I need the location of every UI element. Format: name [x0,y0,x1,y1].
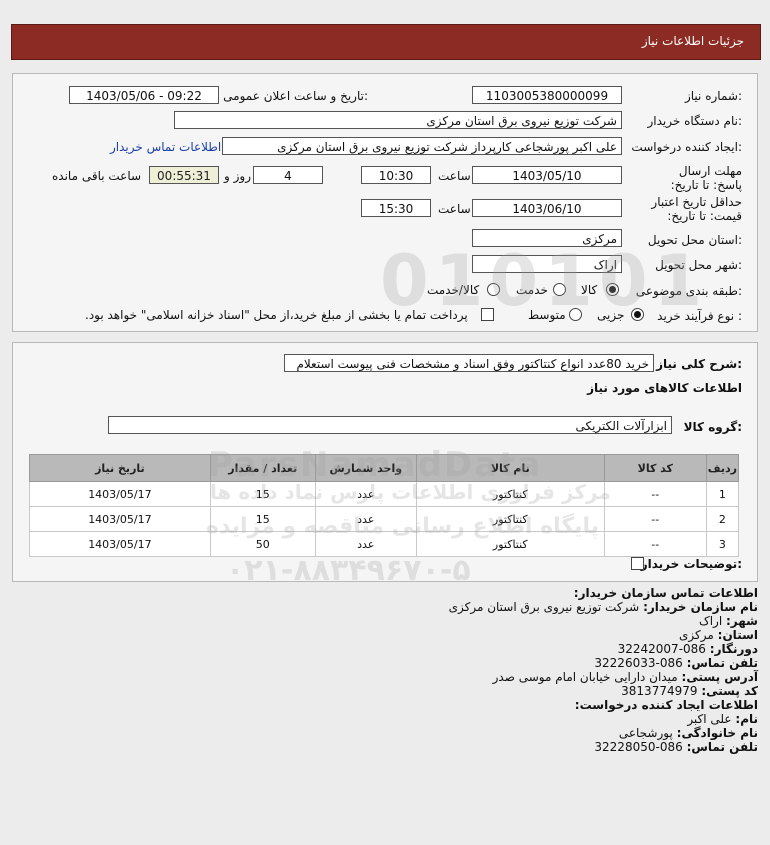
goods-group-field: ابزارآلات الکتریکی [108,416,672,434]
announce-label: تاریخ و ساعت اعلان عمومی: [223,89,368,103]
validity-label: حداقل تاریخ اعتبار قیمت: تا تاریخ: [651,195,742,223]
process-minor-label: جزیی [597,308,625,322]
table-row: 1 -- کنتاکتور عدد 15 1403/05/17 [29,481,740,507]
cell-unit: عدد [314,481,417,507]
contact-phone: تلفن تماس: 086-32226033 [594,656,758,670]
goods-group-label: گروه کالا: [683,420,742,434]
creator-label: ایجاد کننده درخواست: [631,140,742,154]
cell-name: کنتاکتور [415,531,605,557]
validity-time-field: 15:30 [361,199,431,217]
col-name-header: نام کالا [415,454,605,482]
deadline-date-field: 1403/05/10 [472,166,622,184]
category-service-radio[interactable] [553,283,566,296]
contact-title: اطلاعات تماس سازمان خریدار: [573,586,758,600]
cell-name: کنتاکتور [415,506,605,532]
cell-row: 2 [705,506,740,532]
announce-date-field: 1403/05/06 - 09:22 [69,86,219,104]
validity-date-field: 1403/06/10 [472,199,622,217]
category-both-label: کالا/خدمت [427,283,480,297]
category-service-label: خدمت [516,283,548,297]
category-goods-label: کالا [581,283,598,297]
deadline-label: مهلت ارسال پاسخ: تا تاریخ: [670,164,742,192]
province-label: استان محل تحویل: [647,233,742,247]
description-field: خرید 80عدد انواع کنتاکتور وفق اسناد و مش… [284,354,654,372]
contact-address: آدرس پستی: میدان دارایی خیابان امام موسی… [492,670,758,684]
cell-name: کنتاکتور [415,481,605,507]
cell-unit: عدد [314,531,417,557]
col-date-header: تاریخ نیاز [29,454,211,482]
city-label: شهر محل تحویل: [655,258,742,272]
creator-field: علی اکبر پورشجاعی کارپرداز شرکت توزیع نی… [222,137,622,155]
cell-code: -- [603,531,707,557]
goods-table: ردیف کد کالا نام کالا واحد شمارش تعداد /… [29,454,740,557]
process-medium-label: متوسط [528,308,566,322]
description-label: شرح کلی نیاز: [656,357,742,371]
col-row-header: ردیف [705,454,740,482]
deadline-time-label: ساعت [438,169,471,183]
cell-qty: 50 [209,531,316,557]
creator-phone: تلفن تماس: 086-32228050 [594,740,758,754]
province-field: مرکزی [472,229,622,247]
cell-date: 1403/05/17 [29,481,211,507]
buyer-org-field: شرکت توزیع نیروی برق استان مرکزی [174,111,622,129]
city-field: اراک [472,255,622,273]
buyer-org-label: نام دستگاه خریدار: [647,114,743,128]
cell-unit: عدد [314,506,417,532]
cell-row: 3 [705,531,740,557]
days-field: 4 [253,166,323,184]
cell-code: -- [603,506,707,532]
buyer-contact-link[interactable]: اطلاعات تماس خریدار [110,140,221,154]
category-label: طبقه بندی موضوعی: [635,284,742,298]
treasury-note: پرداخت تمام یا بخشی از مبلغ خرید،از محل … [85,308,468,322]
treasury-checkbox[interactable] [481,308,494,321]
need-number-label: شماره نیاز: [684,89,742,103]
deadline-time-field: 10:30 [361,166,431,184]
remaining-label: ساعت باقی مانده [52,169,142,183]
contact-postal: کد پستی: 3813774979 [621,684,758,698]
goods-info-title: اطلاعات کالاهای مورد نیاز [587,381,742,395]
buyer-notes-checkbox[interactable] [631,557,644,570]
process-minor-radio[interactable] [631,308,644,321]
process-label: نوع فرآیند خرید : [657,309,742,323]
cell-date: 1403/05/17 [29,531,211,557]
buyer-notes-label: توضیحات خریدار: [640,557,742,571]
table-header-row: ردیف کد کالا نام کالا واحد شمارش تعداد /… [29,454,740,482]
creator-family: نام خانوادگی: پورشجاعی [618,726,758,740]
creator-info-title: اطلاعات ایجاد کننده درخواست: [574,698,758,712]
col-qty-header: تعداد / مقدار [209,454,316,482]
table-row: 2 -- کنتاکتور عدد 15 1403/05/17 [29,506,740,532]
process-medium-radio[interactable] [569,308,582,321]
contact-city: شهر: اراک [698,614,758,628]
cell-code: -- [603,481,707,507]
col-unit-header: واحد شمارش [314,454,417,482]
page-header: جزئیات اطلاعات نیاز [11,24,761,60]
need-number-field: 1103005380000099 [472,86,622,104]
contact-org: نام سازمان خریدار: شرکت توزیع نیروی برق … [448,600,758,614]
cell-qty: 15 [209,506,316,532]
page-title: جزئیات اطلاعات نیاز [641,34,744,48]
table-row: 3 -- کنتاکتور عدد 50 1403/05/17 [29,531,740,557]
cell-qty: 15 [209,481,316,507]
contact-province: استان: مرکزی [679,628,758,642]
category-both-radio[interactable] [487,283,500,296]
validity-time-label: ساعت [438,202,471,216]
creator-name: نام: علی اکبر [687,712,758,726]
remaining-time-field: 00:55:31 [149,166,219,184]
days-label: روز و [224,169,251,183]
cell-date: 1403/05/17 [29,506,211,532]
contact-fax: دورنگار: 086-32242007 [617,642,758,656]
col-code-header: کد کالا [603,454,707,482]
cell-row: 1 [705,481,740,507]
category-goods-radio[interactable] [606,283,619,296]
